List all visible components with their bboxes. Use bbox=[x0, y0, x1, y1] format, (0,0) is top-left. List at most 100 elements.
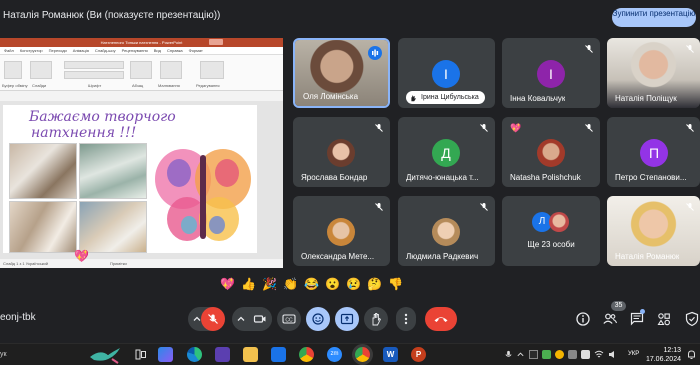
participant-tile[interactable]: І Інна Ковальчук bbox=[502, 38, 600, 108]
chrome-icon[interactable] bbox=[299, 347, 314, 362]
edge-icon[interactable] bbox=[187, 347, 202, 362]
people-icon[interactable] bbox=[602, 311, 618, 327]
ribbon-tab[interactable]: Переходи bbox=[49, 48, 67, 53]
reaction-surprised-icon[interactable]: 😮 bbox=[325, 277, 340, 292]
tray-app-icon[interactable] bbox=[581, 350, 590, 359]
tray-app-icon[interactable] bbox=[568, 350, 577, 359]
participant-tile[interactable]: Оля Ломінська bbox=[293, 38, 390, 108]
stop-presenting-button[interactable]: Зупинити презентацію bbox=[612, 8, 696, 27]
taskbar-clock[interactable]: 12:13 17.06.2024 bbox=[646, 346, 681, 364]
reactions-button[interactable] bbox=[306, 307, 330, 331]
participant-avatar bbox=[537, 139, 565, 167]
camera-button[interactable] bbox=[248, 307, 272, 331]
taskbar-search-text[interactable]: ук bbox=[0, 351, 7, 358]
photo-clay-art bbox=[79, 201, 147, 253]
shapes-icon[interactable] bbox=[160, 61, 182, 79]
host-controls-icon[interactable] bbox=[684, 311, 700, 327]
raise-hand-button[interactable] bbox=[364, 307, 388, 331]
participant-tile-group[interactable]: Л Ще 23 особи bbox=[502, 196, 600, 266]
font-format-icons[interactable] bbox=[64, 71, 124, 79]
paragraph-icons[interactable] bbox=[130, 61, 152, 79]
store-icon[interactable] bbox=[158, 347, 173, 362]
mic-off-icon bbox=[585, 124, 593, 132]
ribbon-group-label: Слайди bbox=[32, 83, 47, 88]
ribbon: Буфер обміну Слайди Шрифт Абзац Малюванн… bbox=[0, 55, 283, 91]
info-icon[interactable] bbox=[575, 311, 591, 327]
chrome-active-icon[interactable] bbox=[355, 347, 370, 362]
participant-tile[interactable]: Д Дитячо-юнацька т... bbox=[398, 117, 495, 187]
mic-off-icon bbox=[480, 124, 488, 132]
meet-window: Наталія Романюк (Ви (показуєте презентац… bbox=[0, 0, 700, 365]
mic-off-button[interactable] bbox=[201, 307, 225, 331]
ribbon-group-label: Редагування bbox=[196, 83, 220, 88]
ribbon-tab[interactable]: Слайд-шоу bbox=[95, 48, 116, 53]
reaction-party-icon[interactable]: 🎉 bbox=[262, 277, 277, 292]
ribbon-tab[interactable]: Вид bbox=[154, 48, 161, 53]
participant-name: Natasha Polishchuk bbox=[510, 173, 581, 182]
participant-tile[interactable]: 💖 Natasha Polishchuk bbox=[502, 117, 600, 187]
find-icon[interactable] bbox=[200, 61, 224, 79]
more-options-button[interactable] bbox=[396, 307, 416, 331]
mic-tray-icon[interactable] bbox=[504, 350, 513, 359]
ribbon-tab[interactable]: Справка bbox=[167, 48, 183, 53]
mic-off-icon bbox=[480, 203, 488, 211]
reaction-sad-icon[interactable]: 😢 bbox=[346, 277, 361, 292]
participant-tile[interactable]: Наталія Романюк bbox=[607, 196, 700, 266]
reaction-heart-icon[interactable]: 💖 bbox=[220, 277, 235, 292]
reaction-clap-icon[interactable]: 👏 bbox=[283, 277, 298, 292]
ribbon-tab[interactable]: Рецензування bbox=[122, 48, 148, 53]
chevron-up-icon[interactable] bbox=[516, 350, 525, 359]
present-button[interactable] bbox=[335, 307, 359, 331]
craft-photos bbox=[9, 143, 147, 253]
ribbon-tab[interactable]: Файл bbox=[4, 48, 14, 53]
reaction-thumbs-up-icon[interactable]: 👍 bbox=[241, 277, 256, 292]
speaking-icon bbox=[368, 46, 382, 60]
save-app-icon[interactable] bbox=[215, 347, 230, 362]
participant-tile[interactable]: Ярослава Бондар bbox=[293, 117, 390, 187]
tray-app-icon[interactable] bbox=[529, 350, 538, 359]
participant-avatar bbox=[327, 218, 355, 246]
paste-icon[interactable] bbox=[4, 61, 22, 79]
wifi-icon[interactable] bbox=[594, 350, 604, 359]
ribbon-tab[interactable]: Анімація bbox=[73, 48, 89, 53]
font-box[interactable] bbox=[64, 61, 124, 69]
more-participants-label: Ще 23 особи bbox=[527, 240, 575, 249]
participant-name: Петро Степанови... bbox=[615, 173, 687, 182]
share-icon bbox=[209, 39, 223, 45]
mail-icon[interactable] bbox=[271, 347, 286, 362]
butterfly-image bbox=[155, 149, 251, 241]
participant-name: Наталія Поліщук bbox=[615, 94, 677, 103]
reaction-thinking-icon[interactable]: 🤔 bbox=[367, 277, 382, 292]
zoom-icon[interactable]: zm bbox=[327, 347, 342, 362]
captions-button[interactable]: CC bbox=[277, 307, 301, 331]
file-explorer-icon[interactable] bbox=[243, 347, 258, 362]
shared-presentation: Натхненного Тиньки натхнення - PowerPoin… bbox=[0, 38, 283, 268]
volume-icon[interactable] bbox=[608, 350, 618, 359]
heart-reaction-icon: 💖 bbox=[74, 249, 89, 263]
reaction-laugh-icon[interactable]: 😂 bbox=[304, 277, 319, 292]
participant-tile[interactable]: Олександра Мете... bbox=[293, 196, 390, 266]
participant-name: Наталія Романюк bbox=[615, 252, 680, 261]
slide-canvas: Бажаємо творчого натхнення !!! bbox=[0, 101, 283, 259]
photo-clay-art bbox=[79, 143, 147, 199]
participant-tile[interactable]: І Ірина Цибульська bbox=[398, 38, 495, 108]
activities-icon[interactable] bbox=[656, 311, 672, 327]
new-slide-icon[interactable] bbox=[30, 61, 52, 79]
tray-app-icon[interactable] bbox=[542, 350, 551, 359]
language-indicator[interactable]: УКР bbox=[628, 351, 639, 357]
participant-tile[interactable]: Наталія Поліщук bbox=[607, 38, 700, 108]
participant-avatar: І bbox=[537, 60, 565, 88]
ribbon-tab[interactable]: Формат bbox=[189, 48, 203, 53]
word-icon[interactable]: W bbox=[383, 347, 398, 362]
task-view-icon[interactable] bbox=[133, 347, 148, 362]
powerpoint-icon[interactable]: P bbox=[411, 347, 426, 362]
participant-tile[interactable]: Людмила Радкевич bbox=[398, 196, 495, 266]
participant-tile[interactable]: П Петро Степанови... bbox=[607, 117, 700, 187]
reaction-thumbs-down-icon[interactable]: 👎 bbox=[388, 277, 403, 292]
participant-name-pill: Ірина Цибульська bbox=[406, 91, 485, 104]
end-call-button[interactable] bbox=[425, 307, 457, 331]
notes-button[interactable]: Примітки bbox=[110, 259, 127, 268]
ribbon-tab[interactable]: Конструктор bbox=[20, 48, 43, 53]
notification-bell-icon[interactable] bbox=[686, 349, 697, 360]
tray-app-icon[interactable] bbox=[555, 350, 564, 359]
